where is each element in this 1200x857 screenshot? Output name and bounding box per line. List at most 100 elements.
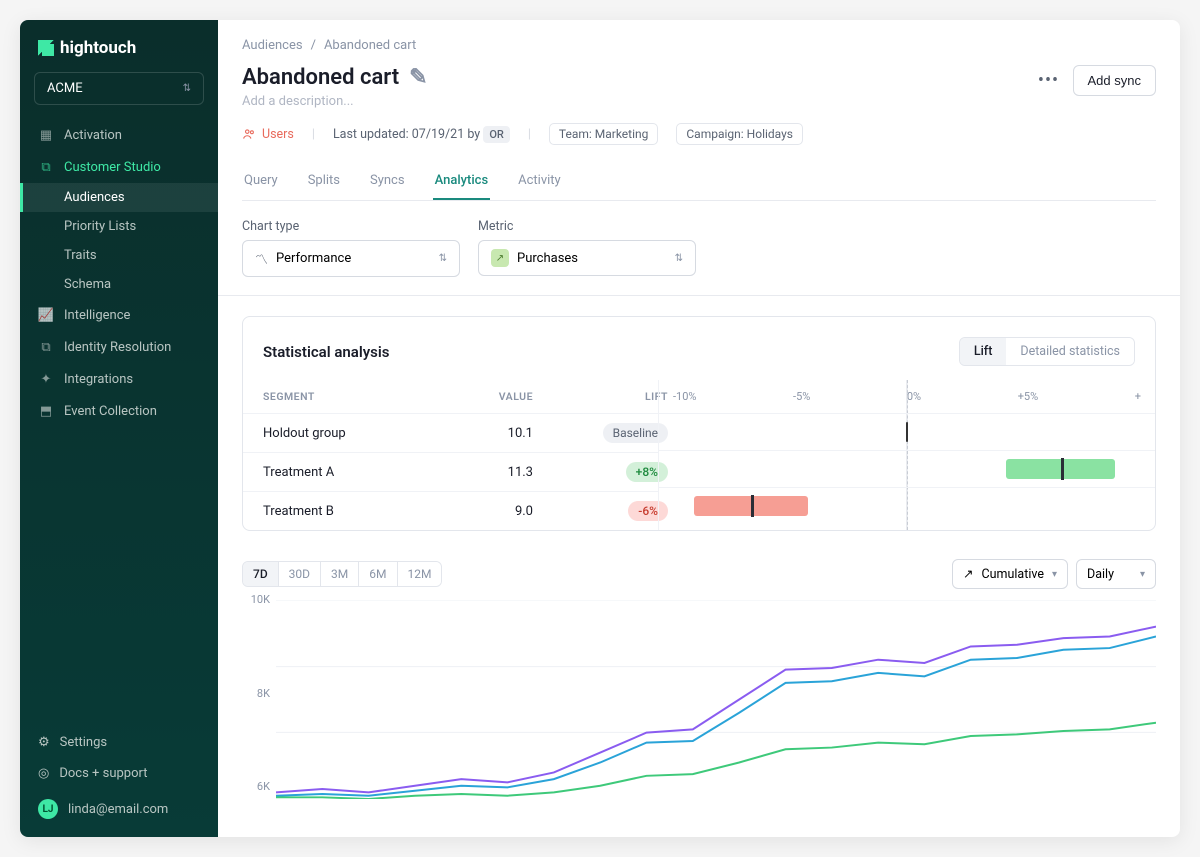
- meta-row: Users | Last updated: 07/19/21 by OR | T…: [242, 123, 1156, 145]
- nav-integrations[interactable]: ✦ Integrations: [20, 363, 218, 395]
- add-sync-button[interactable]: Add sync: [1073, 65, 1156, 96]
- cell-value: 9.0: [433, 504, 533, 519]
- description-placeholder[interactable]: Add a description...: [242, 94, 428, 109]
- footer-label: Docs + support: [59, 766, 147, 781]
- integrations-icon: ✦: [38, 371, 54, 387]
- axis-tick: +5%: [1018, 390, 1038, 403]
- avatar: LJ: [38, 799, 58, 819]
- nav-intelligence[interactable]: 📈 Intelligence: [20, 299, 218, 331]
- users-icon: [242, 127, 256, 141]
- nav-event-collection[interactable]: ⬒ Event Collection: [20, 395, 218, 427]
- subnav-traits[interactable]: Traits: [20, 241, 218, 270]
- brand-logo: hightouch: [20, 38, 218, 72]
- line-chart: 10K 8K 6K: [242, 599, 1156, 799]
- event-icon: ⬒: [38, 403, 54, 419]
- more-menu-button[interactable]: •••: [1035, 67, 1063, 95]
- chevron-down-icon: ▾: [1140, 569, 1145, 580]
- axis-tick: 0%: [907, 390, 921, 403]
- chart-granularity-select[interactable]: Daily ▾: [1076, 559, 1156, 589]
- chevron-updown-icon: ⇅: [675, 253, 683, 264]
- time-range-group: 7D 30D 3M 6M 12M: [242, 561, 442, 587]
- breadcrumb: Audiences / Abandoned cart: [242, 38, 1156, 53]
- chart-icon: 📈: [38, 307, 54, 323]
- chart-type-select[interactable]: 〽 Performance ⇅: [242, 240, 460, 277]
- nav-customer-studio[interactable]: ⧉ Customer Studio: [20, 151, 218, 183]
- chart-canvas: [276, 599, 1156, 799]
- lift-chart: -10% -5% 0% +5% +: [658, 380, 1155, 530]
- meta-separator: |: [312, 127, 315, 142]
- tab-analytics[interactable]: Analytics: [433, 163, 491, 200]
- help-icon: ◎: [38, 766, 49, 781]
- footer-label: Settings: [60, 735, 107, 750]
- breadcrumb-parent[interactable]: Audiences: [242, 38, 303, 53]
- ci-bar-negative: [694, 496, 808, 516]
- subnav-label: Traits: [64, 248, 97, 263]
- nav-label: Activation: [64, 128, 122, 143]
- nav-activation[interactable]: ▦ Activation: [20, 119, 218, 151]
- people-icon: ⧉: [38, 159, 54, 175]
- table-row: Treatment B 9.0 -6%: [243, 491, 658, 530]
- subnav-label: Schema: [64, 277, 111, 292]
- user-email: linda@email.com: [68, 802, 168, 817]
- chart-mode-select[interactable]: ↗ Cumulative ▾: [952, 559, 1068, 589]
- nav-label: Customer Studio: [64, 160, 161, 175]
- y-tick: 10K: [242, 593, 270, 606]
- range-12m[interactable]: 12M: [398, 562, 442, 586]
- col-value: VALUE: [433, 390, 533, 403]
- toggle-detailed[interactable]: Detailed statistics: [1006, 338, 1134, 365]
- tab-activity[interactable]: Activity: [516, 163, 563, 200]
- toggle-lift[interactable]: Lift: [960, 338, 1007, 365]
- subnav-priority-lists[interactable]: Priority Lists: [20, 212, 218, 241]
- nav-settings[interactable]: ⚙ Settings: [20, 727, 218, 758]
- users-badge[interactable]: Users: [242, 127, 294, 142]
- breadcrumb-current: Abandoned cart: [324, 38, 416, 53]
- last-updated: Last updated: 07/19/21 by OR: [333, 127, 510, 142]
- gear-icon: ⚙: [38, 735, 50, 750]
- tab-splits[interactable]: Splits: [306, 163, 342, 200]
- subnav-audiences[interactable]: Audiences: [20, 183, 218, 212]
- subnav-label: Priority Lists: [64, 219, 136, 234]
- metric-select[interactable]: ↗ Purchases ⇅: [478, 240, 696, 276]
- cell-segment: Treatment B: [263, 504, 433, 519]
- chart-series-line: [276, 637, 1156, 796]
- tag-team[interactable]: Team: Marketing: [549, 123, 658, 145]
- range-7d[interactable]: 7D: [243, 562, 279, 586]
- stat-view-toggle: Lift Detailed statistics: [959, 337, 1135, 366]
- edit-icon[interactable]: ✎: [409, 65, 427, 90]
- nav-identity-resolution[interactable]: ⧉ Identity Resolution: [20, 331, 218, 363]
- ci-bar-positive: [1006, 459, 1115, 479]
- nav-label: Intelligence: [64, 308, 130, 323]
- metric-icon: ↗: [491, 249, 509, 267]
- tab-query[interactable]: Query: [242, 163, 280, 200]
- table-row: Holdout group 10.1 Baseline: [243, 413, 658, 452]
- statistical-analysis-card: Statistical analysis Lift Detailed stati…: [242, 316, 1156, 531]
- chart-type-label: Chart type: [242, 219, 460, 234]
- lift-bar-row: [659, 413, 1155, 450]
- stat-title: Statistical analysis: [263, 343, 390, 361]
- range-6m[interactable]: 6M: [359, 562, 397, 586]
- cell-segment: Treatment A: [263, 465, 433, 480]
- subnav-schema[interactable]: Schema: [20, 270, 218, 299]
- y-tick: 6K: [242, 780, 270, 793]
- mode-icon: ↗: [963, 566, 973, 582]
- point-estimate-marker-icon: [1061, 458, 1064, 480]
- sidebar: hightouch ACME ⇅ ▦ Activation ⧉ Customer…: [20, 20, 218, 837]
- meta-separator: |: [528, 127, 531, 142]
- nav-docs[interactable]: ◎ Docs + support: [20, 758, 218, 789]
- workspace-selector[interactable]: ACME ⇅: [34, 72, 204, 105]
- mode-value: Cumulative: [982, 567, 1044, 582]
- tag-campaign[interactable]: Campaign: Holidays: [676, 123, 803, 145]
- chart-controls-bar: Chart type 〽 Performance ⇅ Metric ↗ Purc…: [218, 201, 1180, 296]
- col-lift: LIFT: [533, 390, 678, 403]
- user-menu[interactable]: LJ linda@email.com: [20, 789, 218, 823]
- content-scroll[interactable]: Statistical analysis Lift Detailed stati…: [218, 296, 1180, 837]
- subnav-label: Audiences: [64, 190, 125, 205]
- tab-syncs[interactable]: Syncs: [368, 163, 407, 200]
- tabs: Query Splits Syncs Analytics Activity: [242, 163, 1156, 201]
- range-30d[interactable]: 30D: [279, 562, 321, 586]
- metric-label: Metric: [478, 219, 696, 234]
- nav-label: Identity Resolution: [64, 340, 171, 355]
- y-axis: 10K 8K 6K: [242, 599, 276, 799]
- chevron-down-icon: ▾: [1052, 569, 1057, 580]
- range-3m[interactable]: 3M: [321, 562, 359, 586]
